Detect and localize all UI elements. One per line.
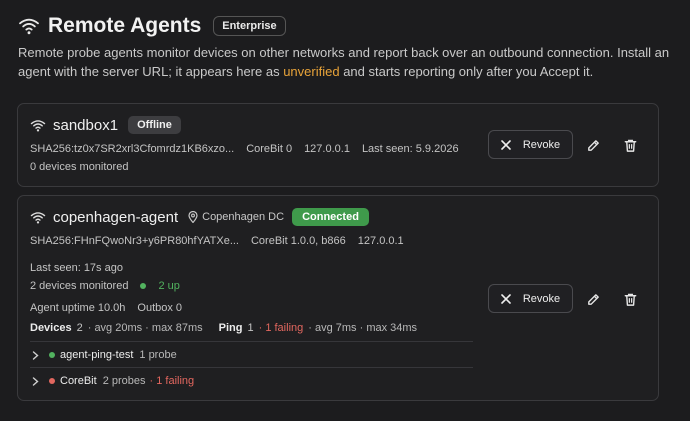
edition-badge: Enterprise [213, 16, 286, 36]
devices-monitored: 2 devices monitored [30, 280, 129, 292]
probe-name: agent-ping-test [60, 349, 134, 361]
agent-card-sandbox1: sandbox1 Offline SHA256:tz0x7SR2xrl3Cfom… [17, 103, 659, 187]
agent-fingerprint: SHA256:tz0x7SR2xrl3Cfomrdz1KB6xzo... [30, 143, 235, 155]
close-icon [501, 293, 511, 304]
agent-fingerprint: SHA256:FHnFQwoNr3+y6PR80hfYATXe... [30, 235, 239, 247]
chevron-right-icon [32, 350, 39, 360]
ping-summary-detail: · avg 7ms · max 34ms [308, 322, 418, 334]
revoke-label: Revoke [522, 292, 561, 305]
agent-last-seen: Last seen: 17s ago [30, 262, 123, 274]
agent-name: sandbox1 [53, 116, 119, 134]
devices-up: 2 up [140, 280, 191, 292]
probe-count: 1 probe [139, 349, 177, 361]
edit-icon [587, 293, 599, 305]
probe-name: CoreBit [60, 375, 97, 387]
probe-row[interactable]: CoreBit 2 probes · 1 failing [32, 375, 194, 387]
ping-summary-failing: · 1 failing [258, 322, 304, 334]
agent-name: copenhagen-agent [53, 208, 179, 226]
status-badge: Connected [292, 208, 369, 226]
delete-button[interactable] [621, 290, 639, 308]
wifi-icon [30, 211, 46, 224]
delete-button[interactable] [621, 136, 639, 154]
status-dot-ok [140, 283, 147, 289]
devices-monitored: 0 devices monitored [30, 161, 129, 173]
close-icon [501, 139, 511, 150]
trash-icon [624, 293, 636, 306]
devices-summary-label: Devices [30, 322, 72, 334]
agent-location: Copenhagen DC [188, 211, 284, 223]
devices-summary-detail: · avg 20ms · max 87ms [87, 322, 203, 334]
location-label: Copenhagen DC [202, 211, 285, 223]
agent-version: CoreBit 0 [246, 143, 293, 155]
edit-button[interactable] [584, 136, 602, 154]
devices-up-label: 2 up [158, 280, 180, 292]
page-description: Remote probe agents monitor devices on o… [18, 43, 678, 81]
agent-ip: 127.0.0.1 [357, 235, 404, 247]
revoke-button[interactable]: Revoke [488, 284, 573, 313]
agent-version: CoreBit 1.0.0, b866 [250, 235, 346, 247]
agent-outbox: Outbox 0 [137, 302, 183, 314]
map-pin-icon [188, 211, 198, 223]
edit-icon [587, 139, 599, 151]
unverified-highlight: unverified [283, 64, 340, 79]
devices-summary-count: 2 [76, 322, 83, 334]
ping-summary-count: 1 [247, 322, 254, 334]
status-badge: Offline [128, 116, 181, 134]
agent-card-copenhagen: copenhagen-agent Copenhagen DC Connected… [17, 195, 659, 401]
divider [30, 367, 473, 368]
trash-icon [624, 139, 636, 152]
agent-ip: 127.0.0.1 [304, 143, 350, 155]
description-text-end: and starts reporting only after you Acce… [339, 64, 594, 79]
page-title: Remote Agents [48, 14, 202, 37]
wifi-icon [19, 18, 39, 35]
status-dot-failing [49, 378, 55, 384]
agent-uptime: Agent uptime 10.0h [30, 302, 126, 314]
probe-row[interactable]: agent-ping-test 1 probe [32, 349, 177, 361]
revoke-button[interactable]: Revoke [488, 130, 573, 159]
page-header: Remote Agents Enterprise [18, 14, 286, 38]
probe-failing: · 1 failing [149, 375, 195, 387]
ping-summary-label: Ping [218, 322, 243, 334]
agent-last-seen: Last seen: 5.9.2026 [361, 143, 459, 155]
probe-count: 2 probes [102, 375, 146, 387]
chevron-right-icon [32, 376, 39, 386]
wifi-icon [30, 119, 46, 132]
status-dot-ok [49, 352, 55, 358]
divider [30, 341, 473, 342]
edit-button[interactable] [584, 290, 602, 308]
revoke-label: Revoke [522, 138, 561, 151]
